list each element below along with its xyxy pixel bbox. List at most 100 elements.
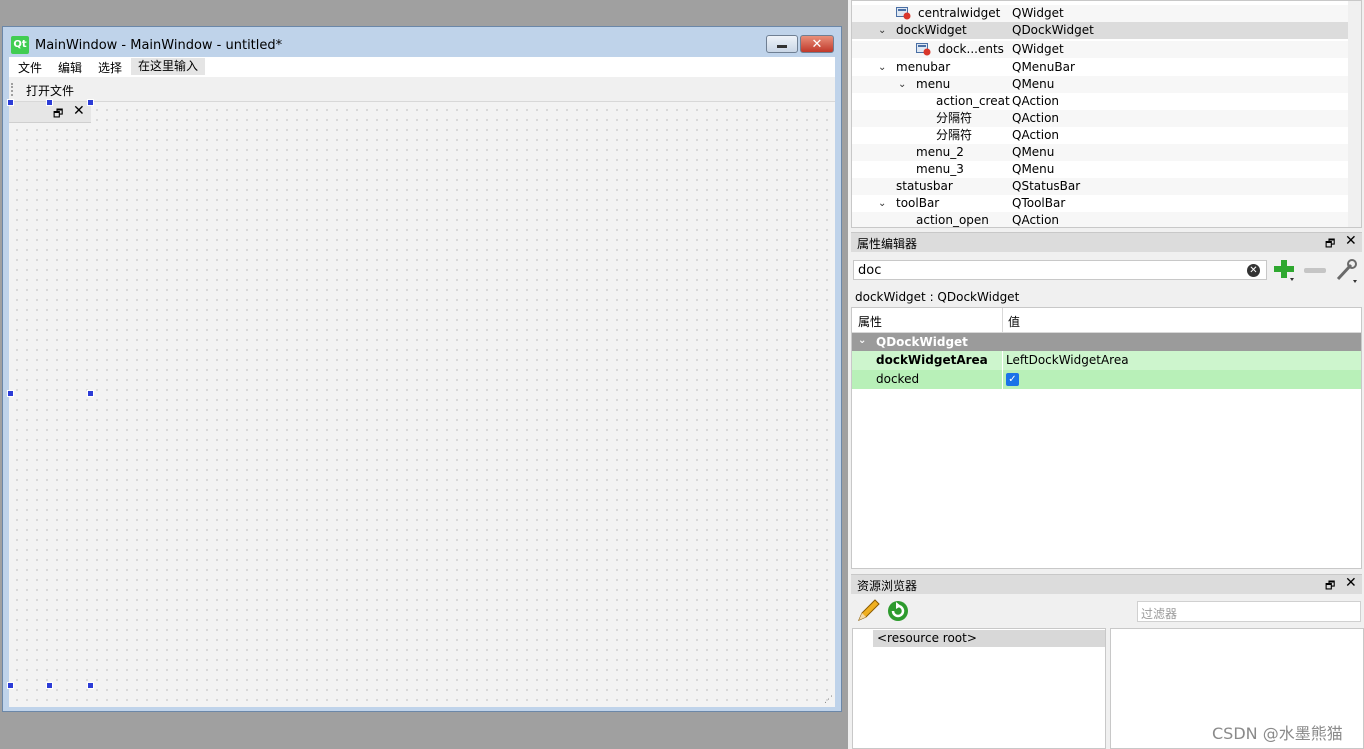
form-window: Qt MainWindow - MainWindow - untitled* ✕… (2, 26, 842, 712)
selection-handle[interactable] (87, 682, 94, 689)
docked-checkbox[interactable]: ✓ (1006, 373, 1019, 386)
resource-browser-header[interactable]: 资源浏览器 🗗 ✕ (851, 574, 1362, 594)
close-window-button[interactable]: ✕ (800, 35, 834, 53)
add-property-icon[interactable] (1272, 258, 1296, 282)
form-titlebar[interactable]: Qt MainWindow - MainWindow - untitled* ✕ (3, 27, 841, 57)
resource-root-label: <resource root> (877, 631, 977, 645)
resource-root-item[interactable]: <resource root> (873, 630, 1105, 647)
property-table: 属性 值 ⌄ QDockWidget dockWidgetArea LeftDo… (851, 307, 1362, 569)
remove-property-icon[interactable] (1304, 268, 1326, 273)
resource-tree: <resource root> (852, 628, 1106, 749)
qt-logo-icon: Qt (11, 36, 29, 54)
tree-row[interactable]: menu_2 QMenu (852, 144, 1348, 161)
close-icon: ✕ (811, 36, 823, 52)
selection-handle[interactable] (7, 682, 14, 689)
tree-row[interactable]: ⌄ toolBar QToolBar (852, 195, 1348, 212)
menu-edit[interactable]: 编辑 (58, 59, 82, 76)
tree-name: menu_3 (916, 162, 964, 176)
tree-name: statusbar (896, 179, 953, 193)
property-name: docked (876, 372, 920, 386)
tree-row[interactable]: dock...ents QWidget (852, 41, 1348, 58)
tree-class: QAction (1012, 128, 1060, 142)
resource-filter-input[interactable]: 过滤器 (1137, 601, 1361, 622)
selection-handle[interactable] (46, 99, 53, 106)
menu-file[interactable]: 文件 (18, 59, 42, 76)
resize-grip-icon[interactable]: ⋰ (824, 695, 833, 705)
resource-filter-placeholder: 过滤器 (1141, 607, 1178, 621)
menu-select[interactable]: 选择 (98, 59, 122, 76)
tree-name: centralwidget (918, 6, 1001, 20)
tree-class: QWidget (1012, 6, 1064, 20)
tree-row[interactable]: statusbar QStatusBar (852, 178, 1348, 195)
dock-close-icon[interactable]: ✕ (73, 103, 85, 119)
tree-name: action_creat (936, 94, 1010, 108)
tree-class: QWidget (1012, 42, 1064, 56)
tree-name: menu (916, 77, 951, 91)
form-client-area: 文件 编辑 选择 在这里输入 打开文件 🗗 ✕ ⋰ (9, 57, 835, 707)
menu-type-here[interactable]: 在这里输入 (131, 58, 206, 75)
toolbar-grip[interactable] (11, 83, 15, 96)
tree-row[interactable]: menu_3 QMenu (852, 161, 1348, 178)
collapse-arrow-icon[interactable]: ⌄ (858, 335, 866, 346)
tree-class: QAction (1012, 94, 1060, 108)
float-icon[interactable]: 🗗 (1325, 235, 1335, 254)
widget-icon (916, 43, 931, 56)
dock-float-icon[interactable]: 🗗 (53, 105, 63, 124)
tree-scrollbar[interactable] (1348, 1, 1361, 227)
tree-row[interactable]: ⌄ menubar QMenuBar (852, 59, 1348, 76)
clear-filter-icon[interactable]: ✕ (1247, 264, 1260, 277)
edit-resources-icon[interactable] (856, 599, 880, 623)
selection-handle[interactable] (7, 99, 14, 106)
close-icon[interactable]: ✕ (1345, 575, 1357, 591)
minimize-button[interactable] (766, 35, 798, 53)
selection-handle[interactable] (87, 390, 94, 397)
reload-icon[interactable] (886, 599, 910, 623)
form-canvas[interactable]: 🗗 ✕ ⋰ (9, 102, 835, 707)
property-name: dockWidgetArea (876, 353, 988, 367)
tree-name: dock...ents (938, 42, 1004, 56)
expand-arrow-icon[interactable]: ⌄ (898, 76, 906, 93)
column-header-value[interactable]: 值 (1008, 313, 1020, 330)
tree-class: QMenu (1012, 162, 1055, 176)
column-header-property[interactable]: 属性 (858, 313, 882, 330)
tree-name: menu_2 (916, 145, 964, 159)
property-filter-input[interactable]: doc ✕ (853, 260, 1267, 280)
object-inspector-tree: centralwidget QWidget ⌄ dockWidget QDock… (851, 0, 1362, 228)
property-filter-value: doc (858, 263, 882, 278)
expand-arrow-icon[interactable]: ⌄ (878, 195, 886, 212)
form-toolbar: 打开文件 (9, 77, 835, 102)
column-divider[interactable] (1002, 308, 1003, 332)
property-editor-title: 属性编辑器 (857, 237, 918, 251)
tree-row[interactable]: action_open QAction (852, 212, 1348, 227)
property-group-header[interactable]: ⌄ QDockWidget (852, 333, 1361, 351)
tree-name: dockWidget (896, 23, 967, 37)
toolbar-open-file-action[interactable]: 打开文件 (26, 82, 74, 99)
wrench-icon[interactable] (1334, 258, 1358, 284)
property-row-docked[interactable]: docked ✓ (852, 370, 1361, 389)
row-divider (1002, 351, 1003, 370)
property-table-header: 属性 值 (852, 308, 1361, 333)
tree-row[interactable]: centralwidget QWidget (852, 5, 1348, 22)
tree-row-selected[interactable]: ⌄ dockWidget QDockWidget (852, 22, 1348, 39)
expand-arrow-icon[interactable]: ⌄ (878, 22, 886, 39)
selection-handle[interactable] (7, 390, 14, 397)
tree-name: action_open (916, 213, 989, 227)
tree-class: QAction (1012, 111, 1060, 125)
tree-row[interactable]: 分隔符 QAction (852, 110, 1348, 127)
tree-row[interactable]: ⌄ menu QMenu (852, 76, 1348, 93)
property-row-dockwidgetarea[interactable]: dockWidgetArea LeftDockWidgetArea (852, 351, 1361, 370)
tree-row[interactable]: action_creat QAction (852, 93, 1348, 110)
tree-row[interactable]: 分隔符 QAction (852, 127, 1348, 144)
tree-class: QMenu (1012, 77, 1055, 91)
selection-handle[interactable] (87, 99, 94, 106)
resource-browser-title: 资源浏览器 (857, 579, 918, 593)
close-icon[interactable]: ✕ (1345, 233, 1357, 249)
expand-arrow-icon[interactable]: ⌄ (878, 59, 886, 76)
selection-handle[interactable] (46, 682, 53, 689)
tree-class: QToolBar (1012, 196, 1066, 210)
property-editor-header[interactable]: 属性编辑器 🗗 ✕ (851, 232, 1362, 252)
minimize-icon (777, 44, 787, 48)
window-title: MainWindow - MainWindow - untitled* (35, 38, 283, 53)
tree-class: QDockWidget (1012, 23, 1094, 37)
property-value[interactable]: LeftDockWidgetArea (1006, 351, 1129, 370)
